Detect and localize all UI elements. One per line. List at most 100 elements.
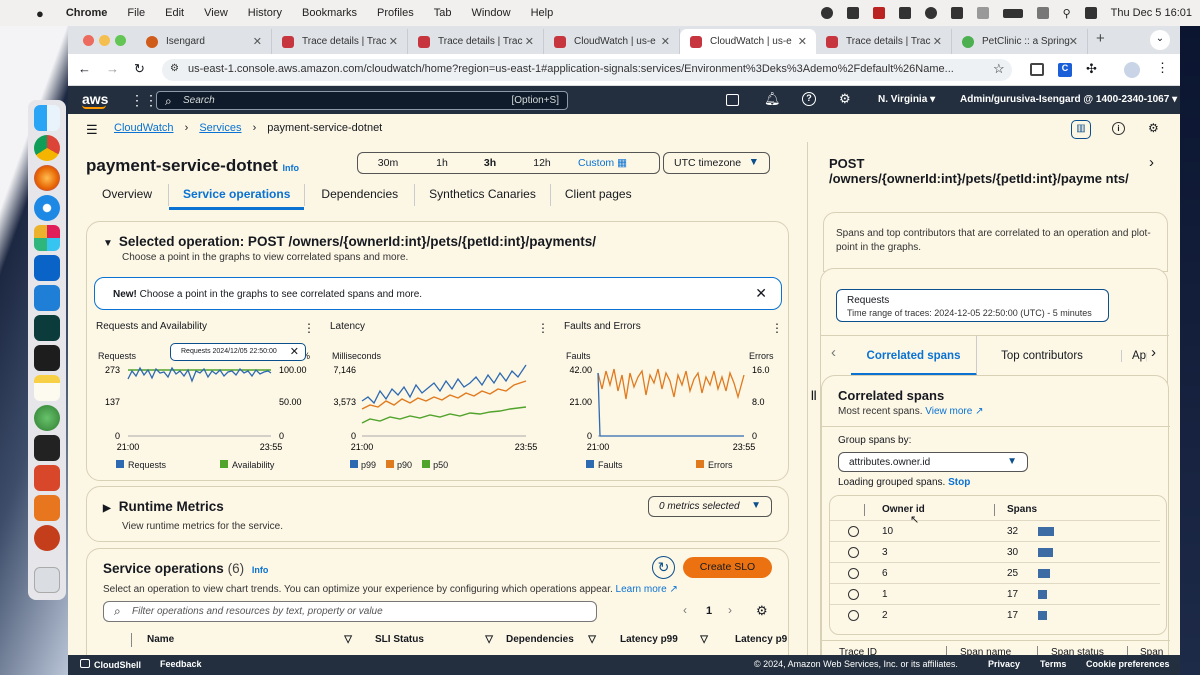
- spotlight-icon[interactable]: ⚲: [1063, 7, 1071, 20]
- timezone-select[interactable]: UTC timezone ▼: [663, 152, 770, 174]
- battery-icon[interactable]: [1002, 8, 1023, 18]
- finder-icon[interactable]: [34, 105, 60, 131]
- status-icon-6[interactable]: [950, 7, 963, 19]
- status-icon-5[interactable]: [924, 7, 937, 19]
- table-row[interactable]: 10 32: [830, 520, 1160, 541]
- metrics-select[interactable]: 0 metrics selected ▼: [648, 496, 772, 517]
- side-tab-correlated-spans[interactable]: Correlated spans: [851, 336, 977, 376]
- close-window-button[interactable]: [83, 35, 94, 46]
- menu-edit[interactable]: Edit: [165, 7, 184, 19]
- table-row[interactable]: 1 17: [830, 583, 1160, 604]
- browser-tab-6[interactable]: PetClinic :: a Spring ✕: [952, 29, 1088, 54]
- forward-icon[interactable]: →: [106, 61, 119, 76]
- control-center-icon[interactable]: [1084, 7, 1097, 19]
- browser-tab-2[interactable]: Trace details | Trac ✕: [408, 29, 544, 54]
- profile-icon[interactable]: [1124, 62, 1140, 78]
- address-bar[interactable]: ⚙ us-east-1.console.aws.amazon.com/cloudw…: [162, 59, 1012, 81]
- back-icon[interactable]: ←: [78, 61, 91, 76]
- menu-view[interactable]: View: [204, 7, 228, 19]
- slack-icon[interactable]: [34, 225, 60, 251]
- time-custom[interactable]: Custom ▦: [578, 157, 627, 169]
- tabs-scroll-right-icon[interactable]: ›: [1151, 344, 1156, 361]
- notes-icon[interactable]: [34, 375, 60, 401]
- browser-tab-3[interactable]: CloudWatch | us-e ✕: [544, 29, 680, 54]
- feedback-link[interactable]: Feedback: [160, 659, 202, 669]
- legend-faults[interactable]: Faults: [586, 460, 696, 470]
- trash-icon[interactable]: [34, 567, 60, 593]
- side-tab-top-contributors[interactable]: Top contributors: [979, 350, 1105, 362]
- row-radio[interactable]: [848, 547, 859, 558]
- close-tab-icon[interactable]: ✕: [253, 35, 262, 48]
- group-by-select[interactable]: attributes.owner.id ▼: [838, 452, 1028, 472]
- close-icon[interactable]: ✕: [755, 285, 767, 302]
- browser-tab-4-active[interactable]: CloudWatch | us-e ✕: [680, 29, 816, 54]
- chrome-icon[interactable]: [34, 135, 60, 161]
- close-tab-icon[interactable]: ✕: [933, 35, 942, 48]
- table-settings-gear-icon[interactable]: ⚙: [756, 603, 768, 619]
- table-row[interactable]: 6 25: [830, 562, 1160, 583]
- outlook-icon[interactable]: [34, 255, 60, 281]
- search-input[interactable]: ⌕ Search [Option+S]: [156, 91, 568, 110]
- info-link[interactable]: Info: [252, 565, 269, 575]
- vscode-icon[interactable]: [34, 285, 60, 311]
- time-30m[interactable]: 30m: [358, 157, 418, 169]
- selected-operation-header[interactable]: ▼ Selected operation: POST /owners/{owner…: [103, 234, 596, 249]
- amazon-icon[interactable]: [34, 435, 60, 461]
- privacy-link[interactable]: Privacy: [988, 659, 1020, 669]
- chart-plot[interactable]: 7,146 3,573 0 21:00 23:55: [330, 361, 555, 451]
- menu-history[interactable]: History: [248, 7, 282, 19]
- breadcrumb-cloudwatch[interactable]: CloudWatch: [114, 122, 174, 134]
- region-selector[interactable]: N. Virginia ▾: [878, 94, 935, 105]
- panel-divider[interactable]: [807, 142, 808, 655]
- close-tab-icon[interactable]: ✕: [798, 35, 807, 48]
- browser-tab-1[interactable]: Trace details | Trac ✕: [272, 29, 408, 54]
- menu-app[interactable]: Chrome: [66, 7, 108, 19]
- menu-tab[interactable]: Tab: [434, 7, 452, 19]
- table-row[interactable]: 3 30: [830, 541, 1160, 562]
- extensions-puzzle-icon[interactable]: ✣: [1086, 61, 1097, 77]
- extension-icon-1[interactable]: [1030, 63, 1044, 76]
- settings-gear-icon[interactable]: ⚙: [839, 91, 851, 107]
- safari-icon[interactable]: [34, 195, 60, 221]
- chart-actions-icon[interactable]: ⋮: [303, 321, 315, 335]
- legend-availability[interactable]: Availability: [220, 460, 274, 470]
- app-icon-orange[interactable]: [34, 495, 60, 521]
- breadcrumb-services[interactable]: Services: [199, 122, 241, 134]
- info-link[interactable]: Info: [283, 163, 300, 173]
- help-icon[interactable]: ?: [802, 92, 816, 106]
- menu-profiles[interactable]: Profiles: [377, 7, 414, 19]
- pagination-prev-icon[interactable]: ‹: [683, 603, 687, 617]
- column-latency-p9x[interactable]: Latency p9: [735, 634, 787, 645]
- zoom-window-button[interactable]: [115, 35, 126, 46]
- cookie-preferences-link[interactable]: Cookie preferences: [1086, 659, 1170, 669]
- status-icon-2[interactable]: [846, 7, 859, 19]
- terminal-icon[interactable]: [34, 345, 60, 371]
- minimize-window-button[interactable]: [99, 35, 110, 46]
- column-name[interactable]: Name ▽: [147, 634, 352, 645]
- app-icon-green[interactable]: [34, 315, 60, 341]
- reload-icon[interactable]: ↻: [134, 61, 145, 77]
- close-icon[interactable]: ✕: [290, 345, 299, 358]
- status-icon-7[interactable]: [976, 7, 989, 19]
- view-more-link[interactable]: View more ↗: [925, 406, 983, 417]
- browser-tab-0[interactable]: Isengard ✕: [136, 29, 272, 54]
- terms-link[interactable]: Terms: [1040, 659, 1066, 669]
- tab-search-icon[interactable]: ⌄: [1150, 30, 1170, 50]
- legend-p90[interactable]: p90: [386, 460, 412, 470]
- row-radio[interactable]: [848, 589, 859, 600]
- chart-actions-icon[interactable]: ⋮: [537, 321, 549, 335]
- powerpoint-icon[interactable]: [34, 525, 60, 551]
- menu-file[interactable]: File: [127, 7, 145, 19]
- new-tab-icon[interactable]: +: [1096, 30, 1105, 47]
- create-slo-button[interactable]: Create SLO: [683, 557, 772, 578]
- tab-service-operations[interactable]: Service operations: [169, 180, 305, 210]
- row-radio[interactable]: [848, 568, 859, 579]
- side-tab-app[interactable]: App: [1121, 350, 1147, 362]
- tabs-scroll-left-icon[interactable]: ‹: [831, 344, 836, 361]
- legend-requests[interactable]: Requests: [116, 460, 220, 470]
- info-circle-icon[interactable]: i: [1112, 122, 1125, 135]
- cloudshell-link[interactable]: CloudShell: [80, 659, 141, 670]
- apple-icon[interactable]: ●: [36, 6, 44, 21]
- column-latency-p99[interactable]: Latency p99 ▽: [620, 634, 708, 645]
- column-spans[interactable]: Spans: [1007, 504, 1037, 515]
